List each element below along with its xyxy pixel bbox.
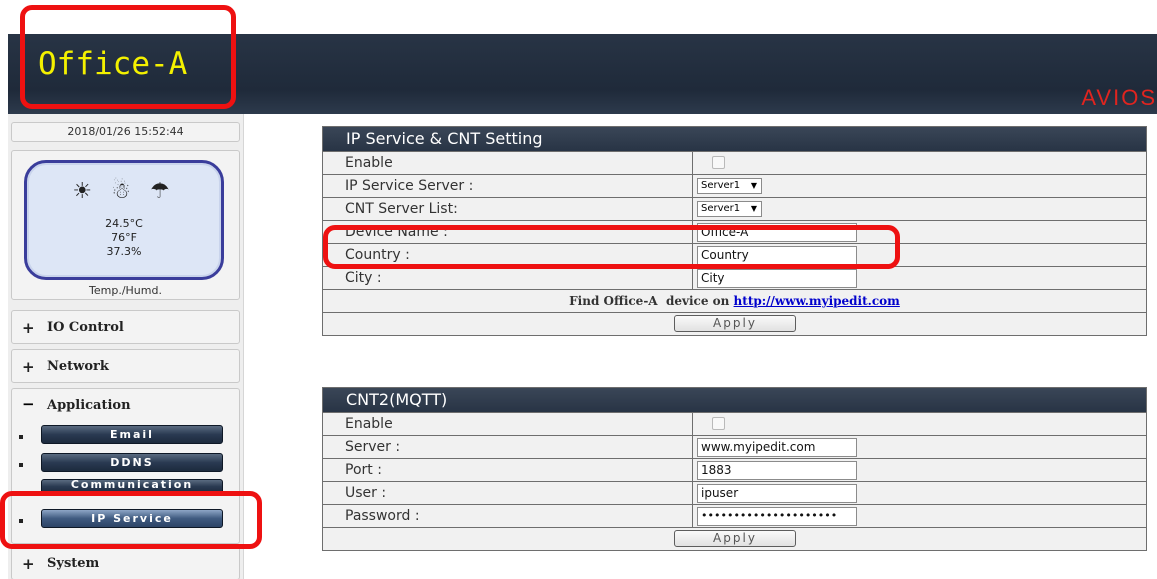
header-bar: Office-A AVIOS: [8, 34, 1157, 114]
select-value: Server1: [701, 180, 741, 191]
menu-label: System: [47, 556, 100, 571]
cnt-server-select[interactable]: Server1 ▼: [697, 201, 762, 217]
collapse-icon: −: [22, 395, 35, 413]
enable-label: Enable: [323, 152, 693, 174]
sensor-widget: ☀ ☃ ☂ 24.5°C 76°F 37.3% Temp./Humd.: [11, 150, 240, 300]
menu-label: IO Control: [47, 320, 124, 335]
ip-service-server-label: IP Service Server :: [323, 175, 693, 197]
ip-service-panel: IP Service & CNT Setting Enable IP Servi…: [322, 126, 1147, 336]
expand-icon: +: [22, 319, 35, 337]
dropdown-arrow-icon: ▼: [750, 181, 757, 190]
mqtt-enable-label: Enable: [323, 413, 693, 435]
country-row: Country : Country: [323, 243, 1146, 266]
sensor-caption: Temp./Humd.: [89, 284, 162, 297]
mqtt-password-row: Password : •••••••••••••••••••••: [323, 504, 1146, 527]
mqtt-port-input[interactable]: 1883: [697, 461, 857, 480]
city-label: City :: [323, 267, 693, 289]
cnt-server-label: CNT Server List:: [323, 198, 693, 220]
weather-icons: ☀ ☃ ☂: [72, 179, 176, 204]
ip-service-server-select[interactable]: Server1 ▼: [697, 178, 762, 194]
temperature-celsius: 24.5°C: [105, 217, 143, 230]
bullet-icon: [19, 435, 23, 439]
temperature-fahrenheit: 76°F: [111, 231, 137, 244]
submenu-email-button[interactable]: Email: [41, 425, 223, 444]
mqtt-user-input[interactable]: ipuser: [697, 484, 857, 503]
apply-button[interactable]: Apply: [674, 315, 796, 332]
country-input[interactable]: Country: [697, 246, 857, 265]
bullet-icon: [19, 519, 23, 523]
device-name-label: Device Name :: [323, 221, 693, 243]
select-value: Server1: [701, 203, 741, 214]
mqtt-enable-row: Enable: [323, 412, 1146, 435]
expand-icon: +: [22, 555, 35, 573]
mqtt-server-label: Server :: [323, 436, 693, 458]
device-title: Office-A: [38, 46, 188, 82]
device-name-input[interactable]: Office-A: [697, 223, 857, 242]
panel-title: CNT2(MQTT): [323, 388, 1146, 412]
sensor-panel: ☀ ☃ ☂ 24.5°C 76°F 37.3%: [24, 160, 224, 280]
mqtt-server-row: Server : www.myipedit.com: [323, 435, 1146, 458]
find-device-text: Find Office-A device on: [569, 294, 734, 308]
bullet-icon: [19, 491, 23, 495]
find-device-row: Find Office-A device on http://www.myipe…: [323, 289, 1146, 312]
enable-checkbox[interactable]: [712, 156, 725, 169]
humidity-value: 37.3%: [106, 245, 142, 258]
mqtt-user-label: User :: [323, 482, 693, 504]
expand-icon: +: [22, 358, 35, 376]
mqtt-password-input[interactable]: •••••••••••••••••••••: [697, 507, 857, 526]
submenu-ddns-button[interactable]: DDNS: [41, 453, 223, 472]
enable-row: Enable: [323, 151, 1146, 174]
country-label: Country :: [323, 244, 693, 266]
submenu-ip-service-button[interactable]: IP Service: [41, 509, 223, 528]
bullet-icon: [19, 463, 23, 467]
device-name-row: Device Name : Office-A: [323, 220, 1146, 243]
mqtt-password-label: Password :: [323, 505, 693, 527]
mqtt-apply-row: Apply: [323, 527, 1146, 550]
mqtt-port-row: Port : 1883: [323, 458, 1146, 481]
mqtt-server-input[interactable]: www.myipedit.com: [697, 438, 857, 457]
page: Office-A AVIOS 2018/01/26 15:52:44 ☀ ☃ ☂…: [0, 0, 1157, 579]
city-row: City : City: [323, 266, 1146, 289]
menu-label: Network: [47, 359, 109, 374]
menu-network[interactable]: + Network: [11, 349, 240, 383]
mqtt-user-row: User : ipuser: [323, 481, 1146, 504]
datetime-display: 2018/01/26 15:52:44: [11, 122, 240, 142]
menu-label: Application: [47, 398, 131, 413]
menu-application[interactable]: − Application Email DDNS Communication I…: [11, 388, 240, 544]
panel-title: IP Service & CNT Setting: [323, 127, 1146, 151]
dropdown-arrow-icon: ▼: [750, 204, 757, 213]
apply-row: Apply: [323, 312, 1146, 335]
mqtt-apply-button[interactable]: Apply: [674, 530, 796, 547]
submenu-communication-button[interactable]: Communication: [41, 479, 223, 494]
mqtt-port-label: Port :: [323, 459, 693, 481]
brand-logo-text: AVIOS: [1081, 85, 1157, 110]
ip-service-server-row: IP Service Server : Server1 ▼: [323, 174, 1146, 197]
myipedit-link[interactable]: http://www.myipedit.com: [734, 294, 900, 308]
sidebar: 2018/01/26 15:52:44 ☀ ☃ ☂ 24.5°C 76°F 37…: [8, 114, 244, 579]
mqtt-panel: CNT2(MQTT) Enable Server : www.myipedit.…: [322, 387, 1147, 551]
city-input[interactable]: City: [697, 269, 857, 288]
mqtt-enable-checkbox[interactable]: [712, 417, 725, 430]
menu-system[interactable]: + System: [11, 546, 240, 579]
menu-io-control[interactable]: + IO Control: [11, 310, 240, 344]
cnt-server-row: CNT Server List: Server1 ▼: [323, 197, 1146, 220]
